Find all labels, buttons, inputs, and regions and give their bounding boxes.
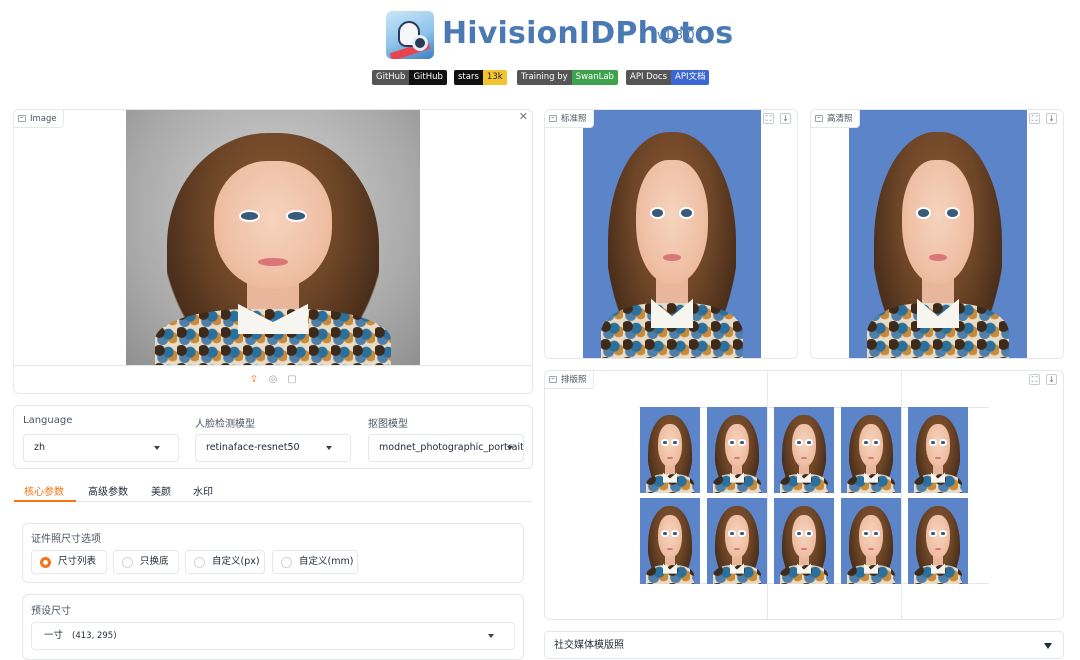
badge-row: GitHub GitHub stars 13k Training by Swan…	[0, 70, 1080, 86]
clear-image-button[interactable]: ✕	[519, 110, 528, 123]
image-icon	[549, 376, 557, 383]
layout-photo-panel: 排版照 ⛶ ↓	[544, 370, 1064, 620]
image-icon	[549, 115, 557, 122]
radio-custom-px[interactable]: 自定义(px)	[185, 550, 265, 574]
layout-thumbnail	[774, 498, 834, 584]
fullscreen-icon[interactable]: ⛶	[1029, 113, 1040, 124]
download-icon[interactable]: ↓	[780, 113, 791, 124]
input-portrait-image	[126, 110, 420, 365]
layout-thumbnail	[908, 498, 968, 584]
preset-size-select[interactable]: 一寸 (413, 295)	[31, 622, 515, 650]
layout-thumbnail	[707, 407, 767, 493]
chevron-down-icon	[326, 446, 332, 450]
layout-thumbnail	[707, 498, 767, 584]
layout-thumbnail	[774, 407, 834, 493]
input-image-panel[interactable]: Image ✕ ⇪ ◎ ▢	[13, 109, 533, 394]
api-docs-badge[interactable]: API Docs API文档	[626, 70, 710, 85]
image-icon	[18, 115, 26, 122]
layout-thumbnail	[908, 407, 968, 493]
clipboard-icon[interactable]: ▢	[287, 374, 298, 385]
upload-icon[interactable]: ⇪	[249, 374, 260, 385]
stars-badge[interactable]: stars 13k	[454, 70, 507, 85]
active-tab-indicator	[14, 500, 76, 502]
standard-photo-label: 标准照	[545, 110, 594, 128]
layout-photo-label: 排版照	[545, 371, 594, 389]
chevron-down-icon	[507, 446, 513, 450]
app-version: v1.3.0	[657, 28, 695, 42]
input-image-label: Image	[14, 110, 64, 128]
download-icon[interactable]: ↓	[1046, 374, 1057, 385]
image-icon	[815, 115, 823, 122]
layout-thumbnail	[640, 407, 700, 493]
size-options-label: 证件照尺寸选项	[31, 534, 101, 545]
app-header: HivisionIDPhotos v1.3.0 GitHub GitHub st…	[0, 0, 1080, 100]
matting-model-select[interactable]: modnet_photographic_portrait	[368, 434, 524, 462]
parameter-tabs: 核心参数 高级参数 美颜 水印	[14, 480, 532, 502]
social-media-template-accordion[interactable]: 社交媒体模版照	[544, 631, 1064, 659]
layout-sheet	[639, 371, 989, 619]
language-select[interactable]: zh	[23, 434, 179, 462]
layout-thumbnail	[640, 498, 700, 584]
tab-core-params[interactable]: 核心参数	[24, 483, 64, 498]
caret-down-icon	[1044, 643, 1052, 649]
chevron-down-icon	[154, 446, 160, 450]
layout-thumbnail	[841, 407, 901, 493]
radio-background-only[interactable]: 只换底	[113, 550, 179, 574]
app-logo	[386, 11, 434, 59]
matting-model-label: 抠图模型	[368, 419, 408, 430]
upload-source-bar: ⇪ ◎ ▢	[14, 365, 532, 393]
standard-photo-image	[583, 110, 761, 358]
radio-custom-mm[interactable]: 自定义(mm)	[272, 550, 358, 574]
github-badge[interactable]: GitHub GitHub	[372, 70, 447, 85]
hd-photo-image	[849, 110, 1027, 358]
chevron-down-icon	[488, 634, 494, 638]
radio-size-list[interactable]: 尺寸列表	[31, 550, 107, 574]
fullscreen-icon[interactable]: ⛶	[1029, 374, 1040, 385]
standard-photo-panel: 标准照 ⛶ ↓	[544, 109, 798, 359]
face-model-select[interactable]: retinaface-resnet50	[195, 434, 351, 462]
hd-photo-label: 高清照	[811, 110, 860, 128]
face-model-label: 人脸检测模型	[195, 419, 255, 430]
layout-thumbnail	[841, 498, 901, 584]
swanlab-badge[interactable]: Training by SwanLab	[517, 70, 618, 85]
tab-advanced-params[interactable]: 高级参数	[88, 483, 128, 498]
fullscreen-icon[interactable]: ⛶	[763, 113, 774, 124]
download-icon[interactable]: ↓	[1046, 113, 1057, 124]
language-label: Language	[23, 415, 73, 426]
tab-watermark[interactable]: 水印	[193, 483, 213, 498]
tab-beauty[interactable]: 美颜	[151, 483, 171, 498]
webcam-icon[interactable]: ◎	[268, 374, 279, 385]
hd-photo-panel: 高清照 ⛶ ↓	[810, 109, 1064, 359]
preset-size-label: 预设尺寸	[31, 606, 71, 617]
